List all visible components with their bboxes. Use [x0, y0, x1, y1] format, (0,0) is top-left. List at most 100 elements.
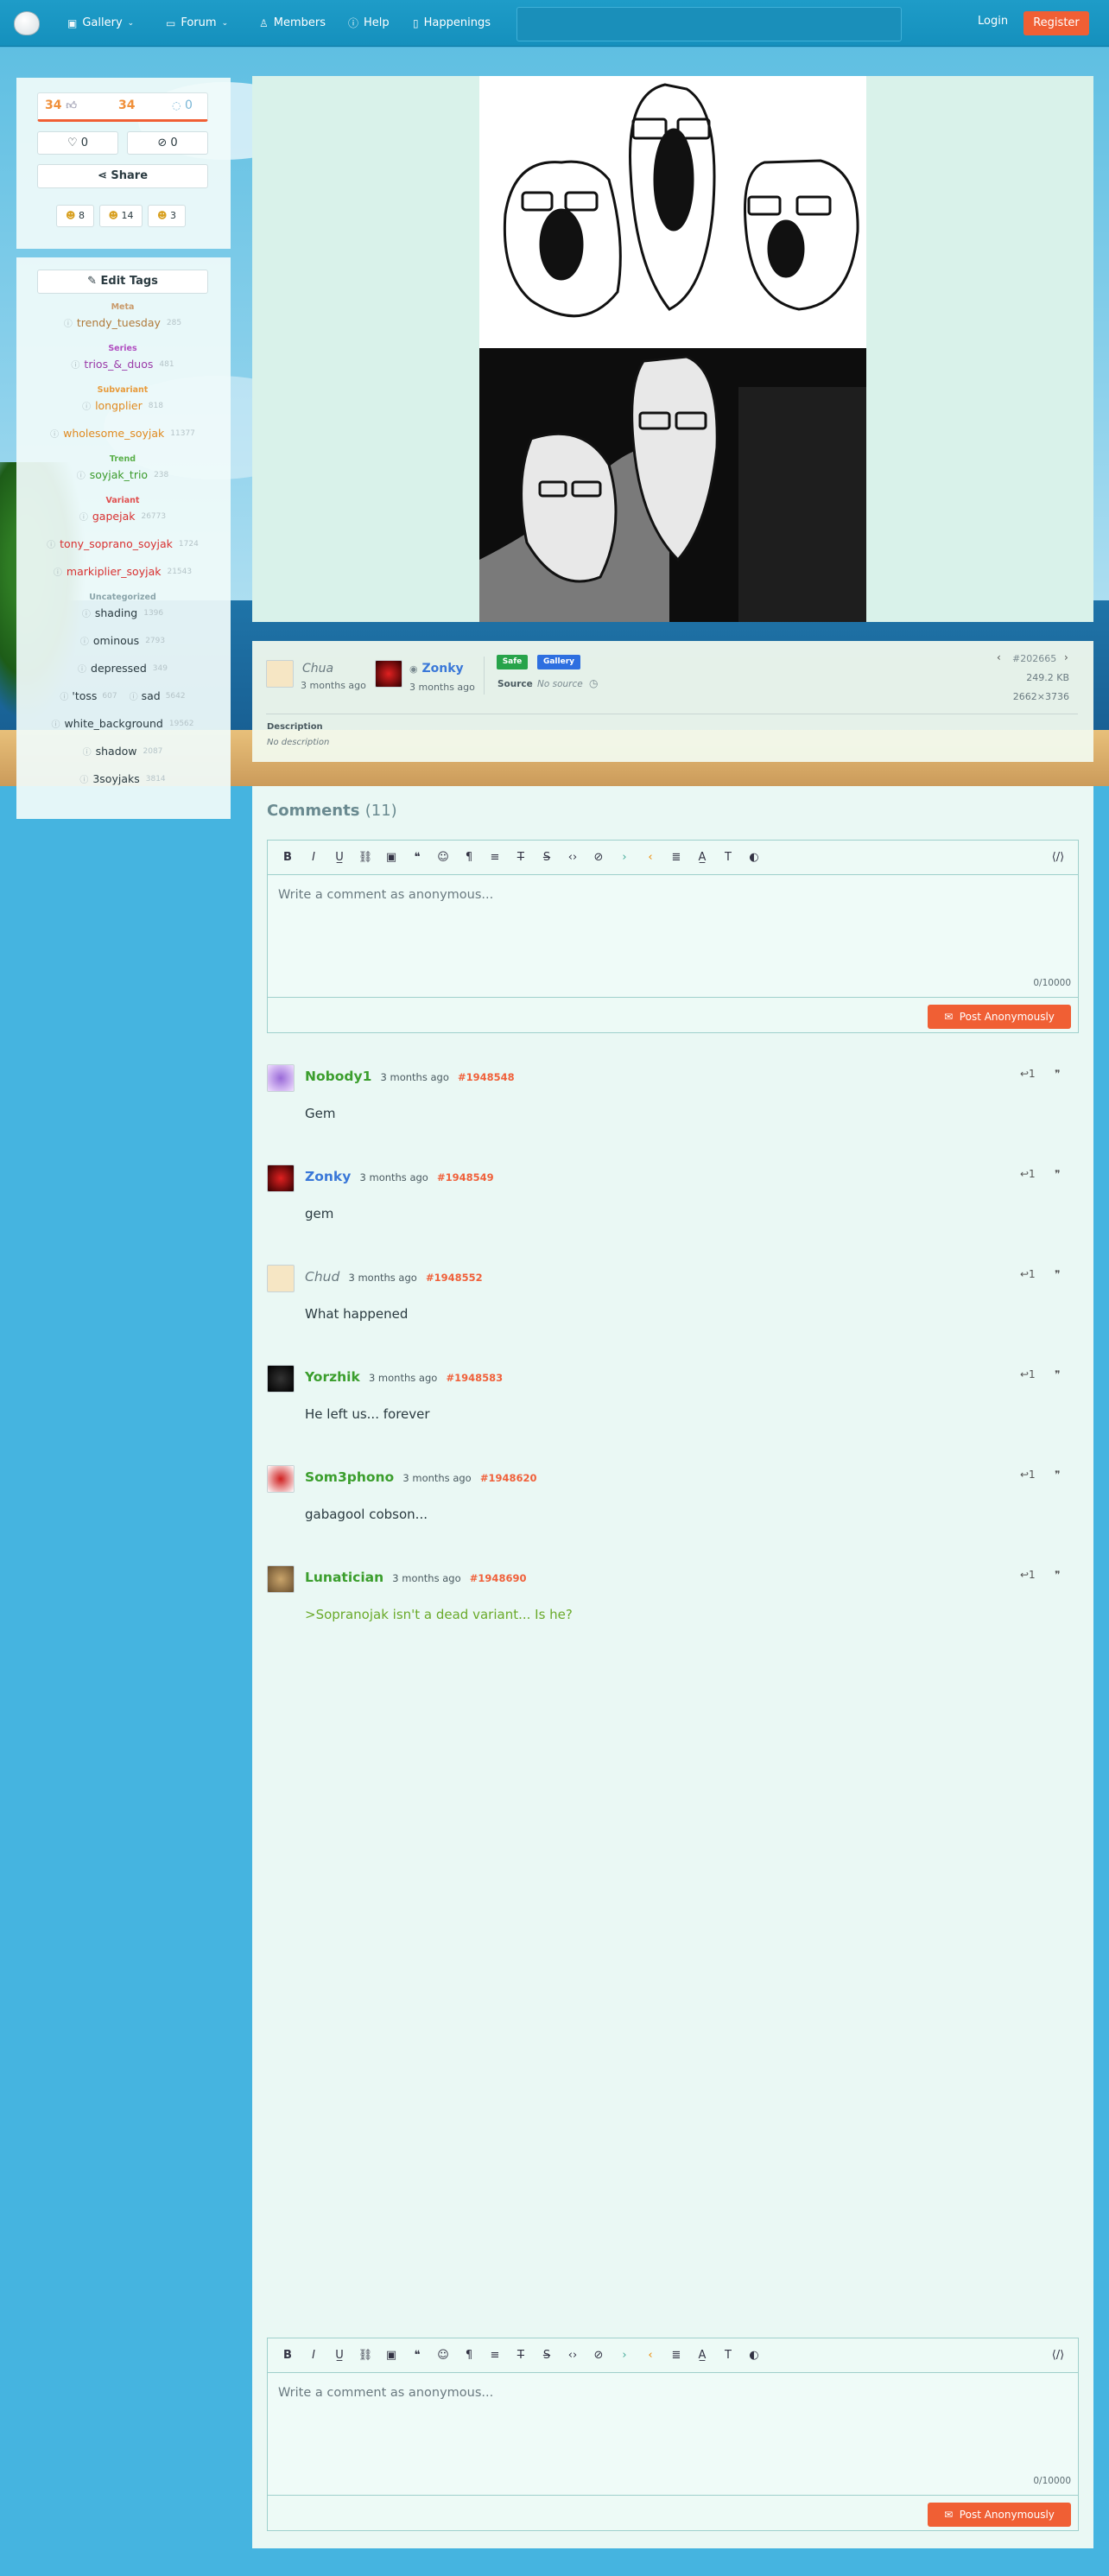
commenter-avatar[interactable]	[267, 1164, 295, 1192]
quote-icon[interactable]: ❞	[1055, 1268, 1060, 1280]
underline-icon[interactable]: U̲	[326, 2349, 352, 2362]
question-icon[interactable]: ⓘ	[82, 399, 91, 412]
text-color-icon[interactable]: A̲	[689, 2349, 715, 2362]
greentext-icon[interactable]: ›	[612, 2349, 637, 2362]
upvote-button[interactable]: 34 👍︎	[45, 98, 77, 112]
question-icon[interactable]: ⓘ	[47, 537, 55, 550]
quote-icon[interactable]: ❞	[1055, 1469, 1060, 1481]
history-icon[interactable]: ◷	[589, 677, 598, 689]
question-icon[interactable]: ⓘ	[77, 468, 86, 481]
comment-id-link[interactable]: #1948620	[480, 1472, 537, 1484]
spoiler-icon[interactable]: ⊘	[586, 851, 612, 864]
reply-icon[interactable]: ↩1	[1020, 1569, 1036, 1581]
list-icon[interactable]: ≡	[482, 851, 508, 864]
question-icon[interactable]: ⓘ	[64, 316, 73, 329]
question-icon[interactable]: ⓘ	[130, 689, 138, 702]
question-icon[interactable]: ⓘ	[79, 772, 88, 785]
comment-id-link[interactable]: #1948549	[437, 1171, 494, 1183]
emoji-icon[interactable]: ☺	[430, 2349, 456, 2362]
post-comment-button[interactable]: ✉ Post Anonymously	[928, 1005, 1071, 1029]
nav-forum[interactable]: ▭ Forum ⌄	[166, 0, 228, 47]
strikethrough-icon[interactable]: S̶	[534, 2349, 560, 2362]
link-icon[interactable]: ⛓	[352, 2349, 378, 2362]
tag-item[interactable]: ⓘ markiplier_soyjak 21543	[37, 565, 208, 578]
tag-name[interactable]: shading	[95, 606, 137, 619]
comment-id-link[interactable]: #1948583	[446, 1372, 503, 1384]
tag-name[interactable]: soyjak_trio	[90, 468, 148, 481]
uploader-avatar[interactable]	[266, 660, 294, 688]
nav-happenings[interactable]: ▯ Happenings	[413, 0, 491, 47]
nav-gallery[interactable]: ▣ Gallery ⌄	[67, 0, 134, 47]
commenter-name[interactable]: Lunatician	[305, 1570, 383, 1585]
nav-help[interactable]: ⓘ Help	[348, 0, 390, 47]
commenter-name[interactable]: Yorzhik	[305, 1369, 360, 1385]
post-comment-button[interactable]: ✉ Post Anonymously	[928, 2503, 1071, 2527]
tag-name[interactable]: trendy_tuesday	[77, 316, 161, 329]
gallery-badge[interactable]: Gallery	[537, 655, 580, 669]
quote-icon[interactable]: ❝	[404, 2349, 430, 2362]
comment-id-link[interactable]: #1948552	[426, 1272, 483, 1284]
commenter-avatar[interactable]	[267, 1064, 295, 1092]
reaction-laugh[interactable]: ☻ 14	[99, 205, 143, 227]
tag-item[interactable]: ⓘ longplier 818	[37, 399, 208, 412]
paragraph-icon[interactable]: ¶	[456, 2349, 482, 2362]
palette-icon[interactable]: ◐	[741, 851, 767, 864]
tag-item[interactable]: ⓘ shadow 2087	[37, 745, 208, 758]
commenter-name[interactable]: Som3phono	[305, 1469, 394, 1485]
question-icon[interactable]: ⓘ	[60, 689, 68, 702]
tag-name[interactable]: depressed	[91, 662, 147, 675]
source-view-icon[interactable]: ⟨/⟩	[1045, 851, 1071, 864]
tag-name[interactable]: gapejak	[92, 510, 136, 523]
palette-icon[interactable]: ◐	[741, 2349, 767, 2362]
spoiler-icon[interactable]: ⊘	[586, 2349, 612, 2362]
strikethrough-icon[interactable]: S̶	[534, 851, 560, 864]
code-icon[interactable]: ‹›	[560, 851, 586, 864]
commenter-name[interactable]: Chud	[305, 1269, 339, 1285]
tag-name[interactable]: longplier	[95, 399, 143, 412]
greentext-icon[interactable]: ›	[612, 851, 637, 864]
tag-item[interactable]: ⓘ gapejak 26773	[37, 510, 208, 523]
hide-button[interactable]: ⊘ 0	[127, 131, 208, 155]
question-icon[interactable]: ⓘ	[79, 510, 88, 523]
bold-icon[interactable]: B	[275, 851, 301, 864]
commenter-avatar[interactable]	[267, 1265, 295, 1292]
text-color-icon[interactable]: A̲	[689, 851, 715, 864]
tag-item[interactable]: ⓘ 3soyjaks 3814	[37, 772, 208, 785]
reaction-smile[interactable]: ☻ 8	[56, 205, 94, 227]
tag-item[interactable]: ⓘ white_background 19562	[37, 717, 208, 730]
font-size-icon[interactable]: T	[715, 2349, 741, 2362]
source-view-icon[interactable]: ⟨/⟩	[1045, 2349, 1071, 2362]
tag-item[interactable]: ⓘ soyjak_trio 238	[37, 468, 208, 481]
prev-post-icon[interactable]: ‹	[997, 651, 1001, 663]
orangetext-icon[interactable]: ‹	[637, 851, 663, 864]
quote-icon[interactable]: ❝	[404, 851, 430, 864]
tag-name[interactable]: sad	[142, 689, 161, 702]
tag-name[interactable]: wholesome_soyjak	[63, 427, 164, 440]
reply-icon[interactable]: ↩1	[1020, 1068, 1036, 1080]
tag-item[interactable]: ⓘ depressed 349	[37, 662, 208, 675]
tag-name[interactable]: 3soyjaks	[92, 772, 139, 785]
question-icon[interactable]: ⓘ	[71, 358, 79, 371]
safe-badge[interactable]: Safe	[497, 655, 528, 669]
underline-icon[interactable]: U̲	[326, 851, 352, 864]
tag-name[interactable]: white_background	[64, 717, 162, 730]
paragraph-icon[interactable]: ¶	[456, 851, 482, 864]
approver-avatar[interactable]	[375, 660, 402, 688]
link-icon[interactable]: ⛓	[352, 851, 378, 864]
site-logo-icon[interactable]	[14, 11, 40, 35]
tag-item[interactable]: ⓘ trendy_tuesday 285	[37, 316, 208, 329]
reply-icon[interactable]: ↩1	[1020, 1268, 1036, 1280]
align-icon[interactable]: ≣	[663, 2349, 689, 2362]
favorite-button[interactable]: ♡ 0	[37, 131, 118, 155]
commenter-name[interactable]: Nobody1	[305, 1069, 371, 1084]
tag-item[interactable]: ⓘ wholesome_soyjak 11377	[37, 427, 208, 440]
commenter-avatar[interactable]	[267, 1465, 295, 1493]
edit-tags-button[interactable]: ✎ Edit Tags	[37, 270, 208, 294]
tag-name[interactable]: trios_&_duos	[84, 358, 153, 371]
image-icon[interactable]: ▣	[378, 2349, 404, 2362]
comment-id-link[interactable]: #1948690	[470, 1572, 527, 1584]
reply-icon[interactable]: ↩1	[1020, 1469, 1036, 1481]
reaction-cry[interactable]: ☻ 3	[148, 205, 186, 227]
approver-name[interactable]: ◉ Zonky	[409, 662, 464, 676]
register-button[interactable]: Register	[1023, 11, 1089, 35]
